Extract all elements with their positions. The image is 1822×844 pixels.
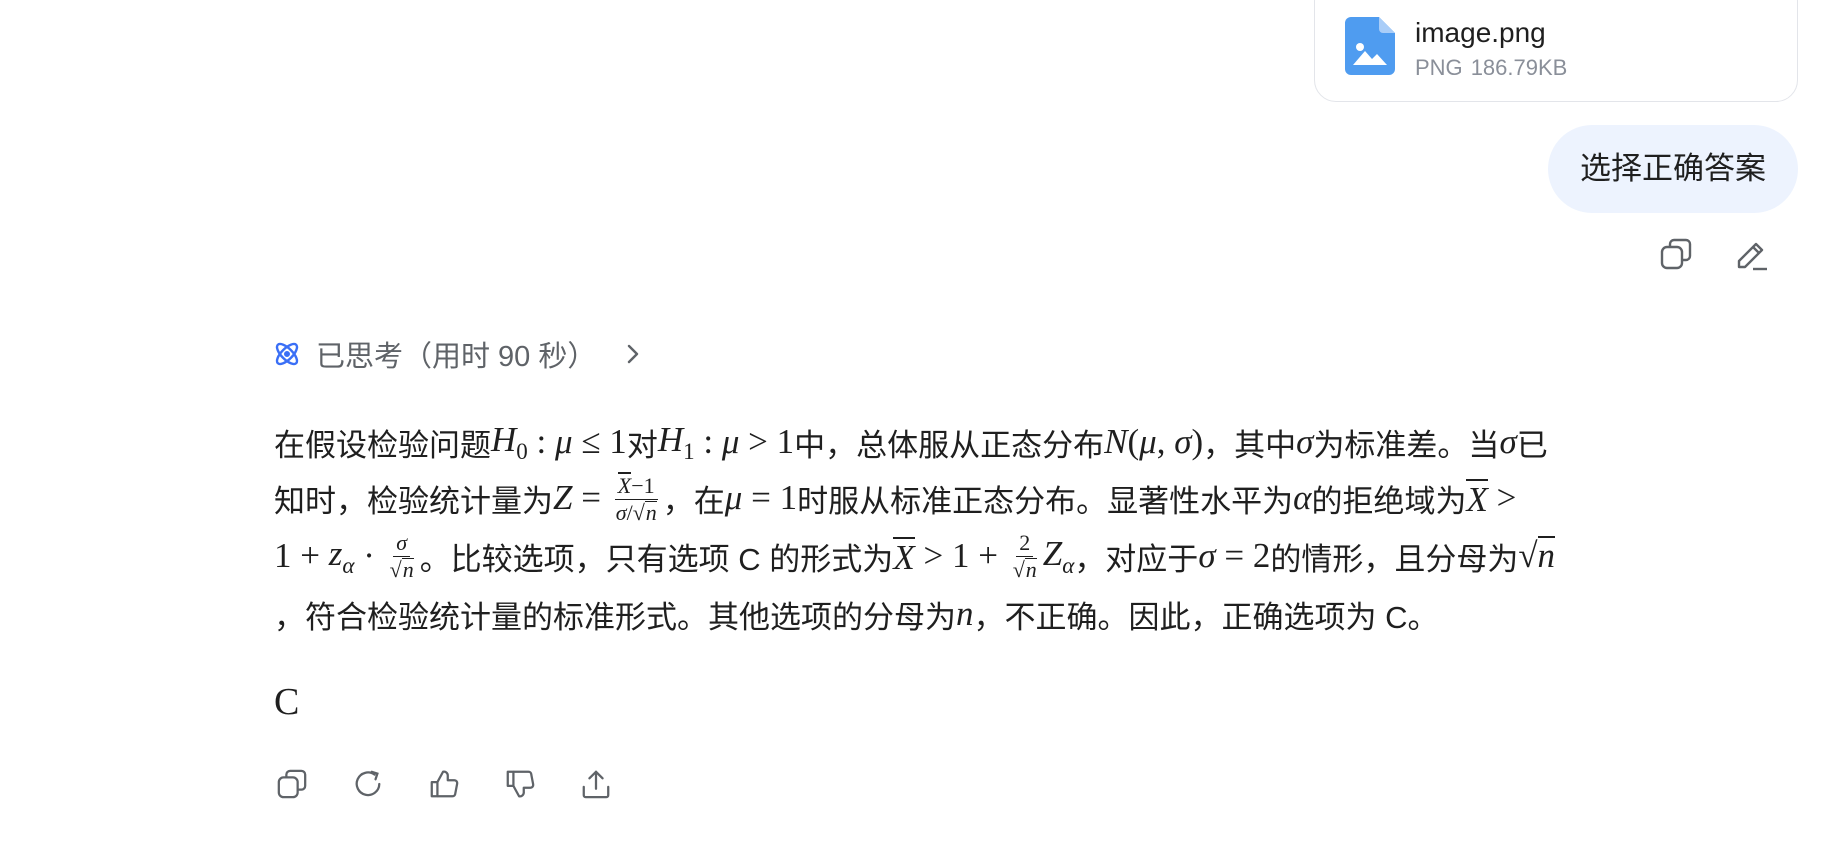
answer-text-segment: 对 <box>626 427 658 463</box>
answer-line: 在假设检验问题 H0 : μ ≤ 1 对 H1 : μ > 1 中，总体服从正态… <box>274 419 1548 464</box>
answer-text-segment: 在假设检验问题 <box>274 427 491 463</box>
attachment-file-meta: PNG 186.79KB <box>1415 55 1567 81</box>
attachment-file-name: image.png <box>1415 17 1546 48</box>
formula-normal: N(μ, σ) <box>1104 422 1204 461</box>
thinking-label: 已思考（用时 90 秒） <box>316 341 597 373</box>
image-file-icon <box>1345 17 1395 75</box>
attachment-file-type: PNG <box>1415 55 1463 80</box>
answer-line: ，符合检验统计量的标准形式。其他选项的分母为 n ，不正确。因此，正确选项为 C… <box>274 584 1439 644</box>
formula-two-fraction: 2 √n <box>1012 530 1037 582</box>
copy-icon[interactable] <box>1656 234 1696 274</box>
formula-sqrt-n: √n <box>1518 536 1556 575</box>
final-answer: C <box>274 681 300 723</box>
user-message-bubble: 选择正确答案 <box>1548 125 1798 213</box>
share-icon[interactable] <box>576 764 616 804</box>
answer-text-segment: ，其中 <box>1203 427 1297 463</box>
thumbs-down-icon[interactable] <box>500 764 540 804</box>
formula-h1: H1 <box>657 419 695 464</box>
atom-icon <box>272 339 302 369</box>
answer-text-segment: 的拒绝域为 <box>1311 483 1467 519</box>
attachment-card[interactable]: image.png PNG 186.79KB <box>1314 0 1798 102</box>
edit-icon[interactable] <box>1732 234 1772 274</box>
answer-text-segment: ，对应于 <box>1074 541 1199 577</box>
answer-text-segment: ，不正确。因此，正确选项为 C。 <box>973 599 1439 635</box>
formula-xbar: X <box>1466 479 1488 519</box>
formula-h0: H0 <box>491 419 528 464</box>
copy-icon[interactable] <box>272 764 312 804</box>
answer-text-segment: ，符合检验统计量的标准形式。其他选项的分母为 <box>274 599 956 635</box>
answer-text-segment: 知时，检验统计量为 <box>274 483 553 519</box>
regenerate-icon[interactable] <box>348 764 388 804</box>
answer-text-segment: ，在 <box>662 483 725 519</box>
answer-text-segment: 为标准差。当 <box>1313 427 1500 463</box>
answer-text-segment: 已 <box>1516 427 1548 463</box>
answer-text-segment: 的情形，且分母为 <box>1270 541 1519 577</box>
answer-text-segment: 。比较选项，只有选项 C 的形式为 <box>419 541 894 577</box>
response-actions <box>272 764 616 804</box>
answer-text-segment: 中，总体服从正态分布 <box>794 427 1105 463</box>
formula-sigma-fraction: σ √n <box>389 530 414 582</box>
attachment-file-size: 186.79KB <box>1470 55 1568 80</box>
formula-z: Z <box>553 478 573 517</box>
thinking-toggle[interactable]: 已思考（用时 90 秒） <box>272 333 640 375</box>
thumbs-up-icon[interactable] <box>424 764 464 804</box>
formula-z-fraction: X−1 σ/√n <box>614 472 658 525</box>
answer-text-segment: 时服从标准正态分布。显著性水平为 <box>797 483 1294 519</box>
chevron-right-icon <box>626 343 640 365</box>
answer-line: 知时，检验统计量为 Z = X−1 σ/√n ，在 μ = 1 时服从标准正态分… <box>274 472 1517 525</box>
answer-line: 1 + zα · σ √n 。比较选项，只有选项 C 的形式为 X > 1 + … <box>274 530 1556 582</box>
